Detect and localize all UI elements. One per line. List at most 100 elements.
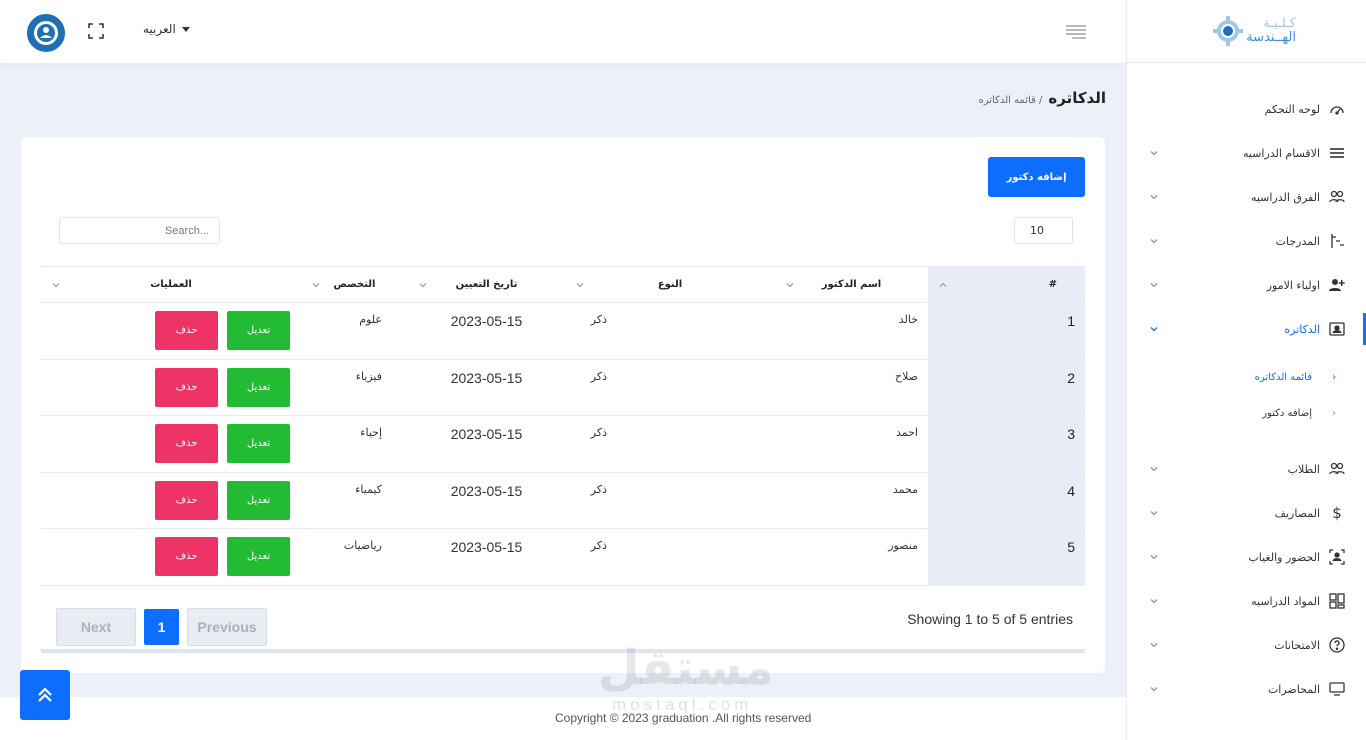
watermark-arabic: مستقل [598, 640, 774, 696]
edit-button[interactable]: تعديل [227, 424, 290, 463]
sidebar-item-attendance[interactable]: الحضور والغياب [1127, 535, 1366, 579]
sort-down-icon [786, 282, 794, 287]
table-row: 1 خالد ذكر 2023-05-15 علوم تعديل حذف [41, 302, 1085, 360]
breadcrumb[interactable]: / قائمه الدكاتره [978, 95, 1042, 106]
add-doctor-button[interactable]: إضافه دكتور [988, 157, 1085, 197]
edit-button[interactable]: تعديل [227, 367, 290, 407]
doctor-name: منصور [775, 528, 928, 586]
sidebar-item-departments[interactable]: الاقسام الدراسيه [1127, 131, 1366, 175]
previous-page-button[interactable]: Previous [187, 608, 267, 646]
doctor-gender: ذكر [565, 415, 775, 473]
list-icon [1328, 144, 1346, 162]
grid-icon [1328, 592, 1346, 610]
column-header-actions[interactable]: العمليات [41, 266, 301, 303]
doctor-specialty: كيمياء [301, 472, 408, 529]
column-header-hire-date[interactable]: تاريخ التعيين [408, 266, 565, 303]
horizontal-scrollbar[interactable] [41, 649, 1085, 653]
page-length-select[interactable]: 10 [1014, 217, 1073, 244]
sidebar-item-parents[interactable]: اولياء الامور [1127, 263, 1366, 307]
table-row: 4 محمد ذكر 2023-05-15 كيمياء تعديل حذف [41, 472, 1085, 529]
delete-button[interactable]: حذف [155, 480, 218, 520]
logo-line1: كـلـيـة [1263, 16, 1296, 31]
submenu-item-label: قائمه الدكاتره [1254, 371, 1312, 383]
sidebar-item-teams[interactable]: الفرق الدراسيه [1127, 175, 1366, 219]
delete-button[interactable]: حذف [155, 311, 218, 350]
page-1-button[interactable]: 1 [144, 609, 179, 645]
language-dropdown[interactable]: العربيه [143, 22, 190, 36]
row-actions: تعديل حذف [41, 528, 301, 586]
doctor-name: احمد [775, 415, 928, 473]
sidebar-item-label: الحضور والغياب [1248, 550, 1320, 564]
sidebar-item-label: الطلاب [1287, 462, 1320, 476]
column-label: النوع [657, 279, 683, 290]
sidebar-item-label: المواد الدراسيه [1251, 594, 1320, 608]
table-row: 2 صلاح ذكر 2023-05-15 فيزياء تعديل حذف [41, 359, 1085, 416]
users-icon [1328, 460, 1346, 478]
sidebar-item-label: الدكاتره [1284, 322, 1320, 336]
sidebar-item-label: الاقسام الدراسيه [1242, 146, 1320, 160]
sidebar-item-exams[interactable]: الامتحانات [1127, 623, 1366, 667]
sidebar-item-subjects[interactable]: المواد الدراسيه [1127, 579, 1366, 623]
scroll-to-top-button[interactable] [20, 670, 70, 720]
doctor-specialty: رياضيات [301, 528, 408, 586]
column-header-doctor-name[interactable]: اسم الدكتور [775, 266, 928, 303]
chevron-down-icon [1150, 555, 1158, 560]
sidebar-item-label: المصاريف [1274, 506, 1320, 520]
dashboard-icon [1328, 100, 1346, 118]
table-header-row: # اسم الدكتور النوع تاريخ التعيين التخصص [41, 266, 1085, 303]
sidebar-item-doctors[interactable]: الدكاتره [1127, 307, 1366, 351]
next-page-button[interactable]: Next [56, 608, 136, 646]
sidebar-item-label: اولياء الامور [1266, 278, 1320, 292]
table-row: 5 منصور ذكر 2023-05-15 رياضيات تعديل حذف [41, 528, 1085, 586]
doctor-name: محمد [775, 472, 928, 529]
chevron-left-icon: ‹ [1332, 407, 1336, 419]
row-index: 1 [928, 302, 1085, 360]
watermark-english: mostaql.com [612, 695, 753, 714]
chevron-down-icon [1150, 283, 1158, 288]
monitor-icon [1328, 680, 1346, 698]
delete-button[interactable]: حذف [155, 367, 218, 407]
user-plus-icon [1328, 276, 1346, 294]
sidebar-item-fees[interactable]: $ المصاريف [1127, 491, 1366, 535]
sidebar-item-students[interactable]: الطلاب [1127, 447, 1366, 491]
column-header-gender[interactable]: النوع [565, 266, 775, 303]
table-row: 3 احمد ذكر 2023-05-15 إحياء تعديل حذف [41, 415, 1085, 473]
gear-logo-icon [1213, 16, 1244, 46]
edit-button[interactable]: تعديل [227, 537, 290, 576]
logo[interactable]: كـلـيـة الهــندسة [1212, 15, 1296, 47]
column-label: اسم الدكتور [821, 279, 882, 290]
delete-button[interactable]: حذف [155, 537, 218, 576]
doctor-specialty: فيزياء [301, 359, 408, 416]
delete-button[interactable]: حذف [155, 424, 218, 463]
sidebar-item-lectures[interactable]: المحاضرات [1127, 667, 1366, 711]
edit-button[interactable]: تعديل [227, 311, 290, 350]
doctor-gender: ذكر [565, 472, 775, 529]
menu-toggle-icon[interactable] [1066, 25, 1086, 39]
sidebar-item-label: المحاضرات [1267, 682, 1320, 696]
column-label: # [1048, 279, 1057, 290]
sidebar-item-label: لوحه التحكم [1264, 102, 1320, 116]
sort-down-icon [576, 282, 584, 287]
id-card-icon [1328, 320, 1346, 338]
hire-date: 2023-05-15 [408, 472, 565, 529]
submenu-item-add-doctor[interactable]: ‹ إضافه دكتور [1127, 395, 1366, 431]
logo-text: كـلـيـة الهــندسة [1246, 17, 1296, 45]
doctor-gender: ذكر [565, 528, 775, 586]
fullscreen-icon[interactable] [87, 22, 105, 40]
edit-button[interactable]: تعديل [227, 480, 290, 520]
sidebar-item-halls[interactable]: المدرجات [1127, 219, 1366, 263]
user-avatar[interactable] [27, 14, 65, 52]
doctors-table: # اسم الدكتور النوع تاريخ التعيين التخصص [41, 266, 1085, 586]
pagination: Next 1 Previous [56, 608, 267, 646]
doctor-gender: ذكر [565, 359, 775, 416]
column-header-specialty[interactable]: التخصص [301, 266, 408, 303]
column-header-index[interactable]: # [928, 266, 1085, 303]
doctor-specialty: إحياء [301, 415, 408, 473]
row-index: 2 [928, 359, 1085, 416]
submenu-item-doctors-list[interactable]: ‹ قائمه الدكاتره [1127, 359, 1366, 395]
question-icon [1328, 636, 1346, 654]
chevron-down-icon [1150, 643, 1158, 648]
search-input[interactable]: Search... [59, 217, 220, 244]
sidebar-item-label: الامتحانات [1274, 638, 1320, 652]
sidebar-item-dashboard[interactable]: لوحه التحكم [1127, 87, 1366, 131]
